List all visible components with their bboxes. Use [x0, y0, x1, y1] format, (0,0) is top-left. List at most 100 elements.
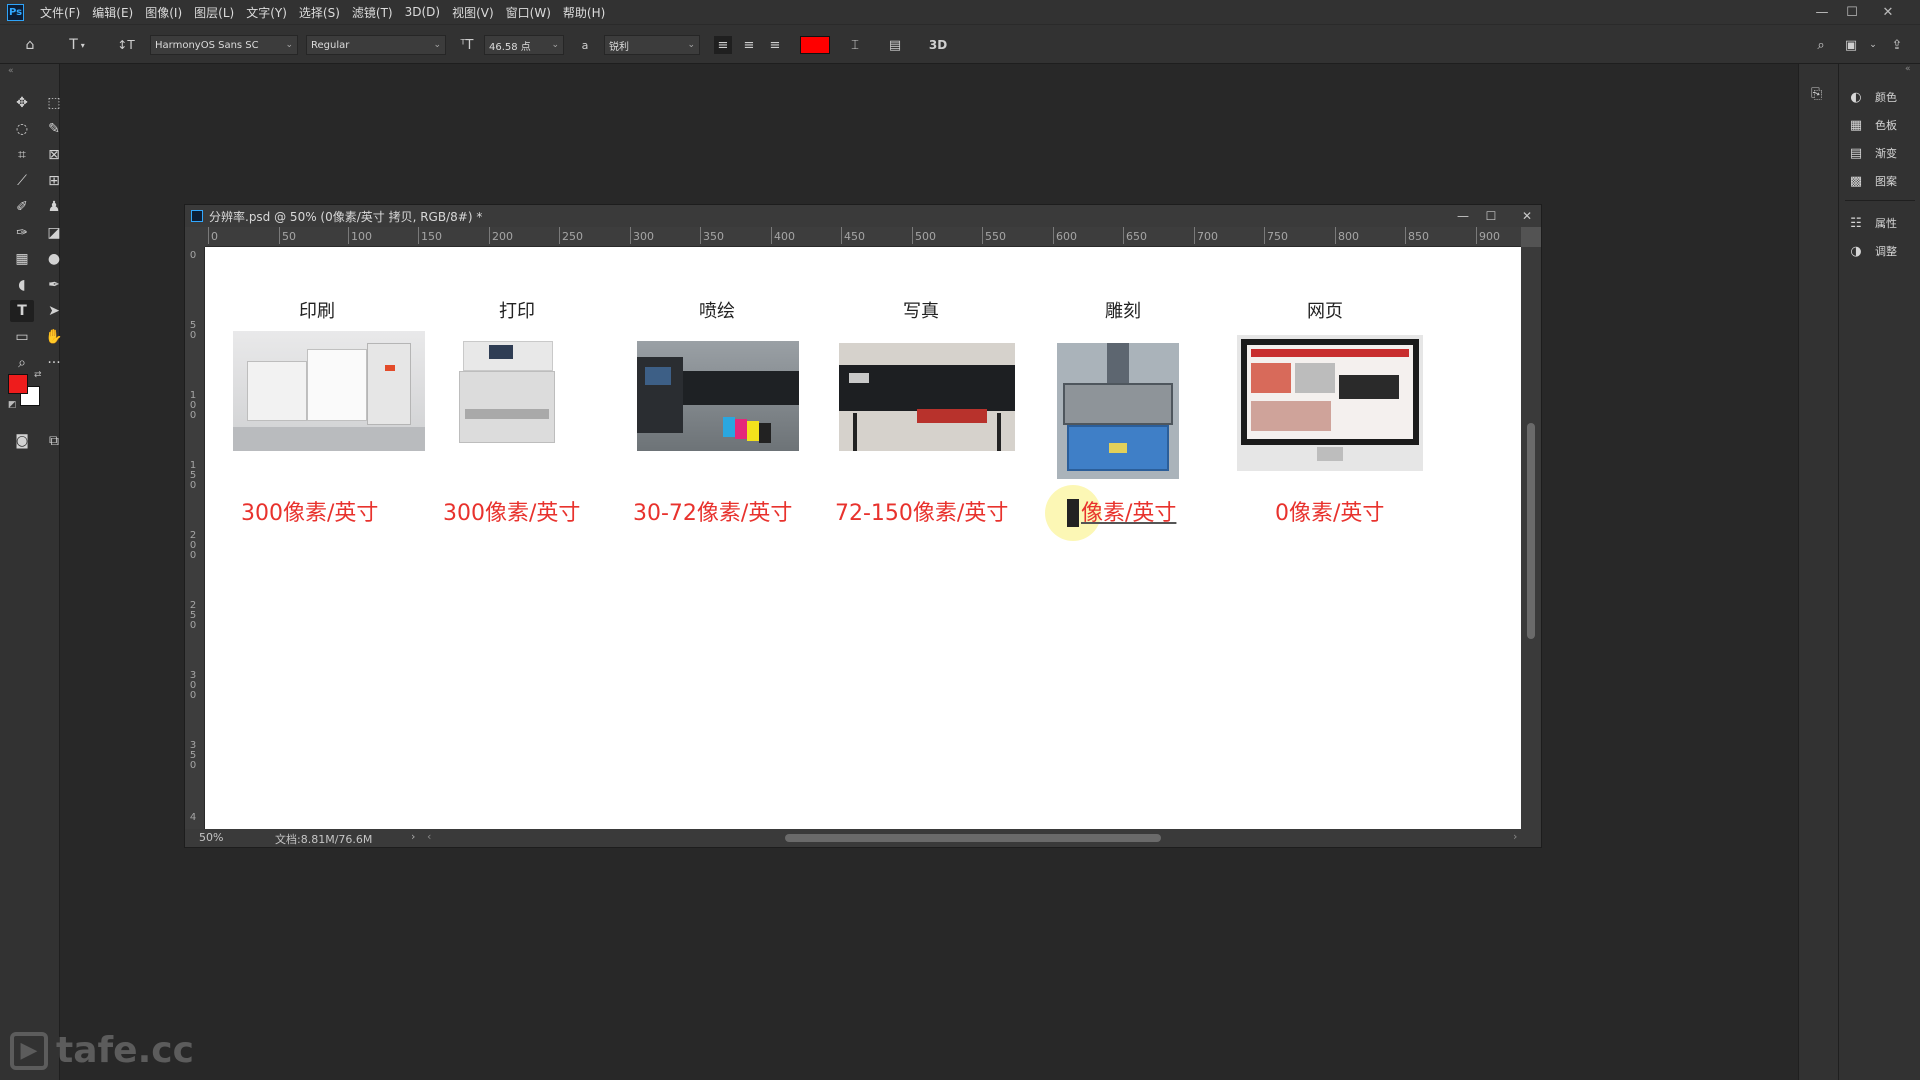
close-icon[interactable]: ✕ [1874, 0, 1902, 24]
panel-adjustments[interactable]: ◑ 调整 [1847, 240, 1897, 262]
item-label-print: 印刷 [299, 301, 335, 322]
brush-tool-icon[interactable]: ✐ [10, 196, 34, 218]
collapse-icon[interactable]: « [8, 66, 14, 76]
horizontal-ruler[interactable]: 0 50 100 150 200 250 300 350 400 450 500… [205, 227, 1521, 247]
font-family-select[interactable]: HarmonyOS Sans SC ⌄ [150, 35, 298, 55]
workspace-icon[interactable]: ▣ [1842, 36, 1860, 54]
doc-minimize-icon[interactable]: — [1449, 205, 1477, 227]
history-brush-tool-icon[interactable]: ✑ [10, 222, 34, 244]
font-size-select[interactable]: 46.58 点 ⌄ [484, 35, 564, 55]
doc-maximize-icon[interactable]: ☐ [1477, 205, 1505, 227]
panel-swatches[interactable]: ▦ 色板 [1847, 114, 1897, 136]
menu-file[interactable]: 文件(F) [34, 4, 86, 21]
foreground-color-swatch[interactable] [8, 374, 28, 394]
crop-tool-icon[interactable]: ⌗ [10, 144, 34, 166]
eraser-tool-icon[interactable]: ◪ [42, 222, 66, 244]
watermark-logo-icon: ▶ [10, 1031, 48, 1070]
history-panel-icon[interactable]: ⎘ [1811, 86, 1822, 102]
antialias-select[interactable]: 锐利 ⌄ [604, 35, 700, 55]
status-menu-chevron-icon[interactable]: › [411, 830, 415, 843]
align-left-icon[interactable]: ≡ [714, 36, 732, 54]
gradient-tool-icon[interactable]: ▦ [10, 248, 34, 270]
menu-select[interactable]: 选择(S) [293, 4, 346, 21]
eyedropper-tool-icon[interactable]: ⟋ [10, 170, 34, 192]
document-title: 分辨率.psd @ 50% (0像素/英寸 拷贝, RGB/8#) * [209, 209, 483, 224]
lasso-tool-icon[interactable]: ◌ [10, 118, 34, 140]
ruler-v-tick: 0 [189, 250, 197, 261]
menu-view[interactable]: 视图(V) [446, 4, 500, 21]
panel-properties[interactable]: ☷ 属性 [1847, 212, 1897, 234]
scroll-right-icon[interactable]: › [1513, 830, 1517, 843]
chevron-down-icon[interactable]: ⌄ [1864, 36, 1882, 54]
type-tool-preset-icon[interactable]: T ▾ [62, 33, 92, 57]
panel-patterns[interactable]: ▩ 图案 [1847, 170, 1897, 192]
vertical-scrollbar-thumb[interactable] [1527, 423, 1535, 639]
rectangle-tool-icon[interactable]: ▭ [10, 326, 34, 348]
watermark-text: tafe.cc [56, 1030, 194, 1071]
quick-select-tool-icon[interactable]: ✎ [42, 118, 66, 140]
item-label-printer: 打印 [499, 301, 535, 322]
scroll-left-icon[interactable]: ‹ [427, 830, 431, 843]
menu-image[interactable]: 图像(I) [139, 4, 188, 21]
search-icon[interactable]: ⌕ [1812, 36, 1830, 54]
menu-window[interactable]: 窗口(W) [500, 4, 557, 21]
stamp-tool-icon[interactable]: ♟ [42, 196, 66, 218]
path-select-tool-icon[interactable]: ➤ [42, 300, 66, 322]
vertical-ruler[interactable]: 0 50 100 150 200 250 300 350 4 [185, 247, 205, 829]
hand-tool-icon[interactable]: ✋ [42, 326, 66, 348]
document-title-bar[interactable]: 分辨率.psd @ 50% (0像素/英寸 拷贝, RGB/8#) * — ☐ … [185, 205, 1541, 227]
photoshop-logo-icon: Ps [7, 3, 24, 21]
document-info[interactable]: 文档:8.81M/76.6M [275, 831, 372, 847]
ruler-h-tick: 50 [279, 227, 296, 244]
swap-colors-icon[interactable]: ⇄ [34, 370, 42, 380]
screen-mode-icon[interactable]: ⧉ [42, 430, 66, 452]
ruler-origin[interactable] [185, 227, 205, 247]
chevron-down-icon: ⌄ [551, 40, 559, 50]
menu-filter[interactable]: 滤镜(T) [346, 4, 399, 21]
align-right-icon[interactable]: ≡ [766, 36, 784, 54]
ruler-h-tick: 800 [1335, 227, 1359, 244]
artboard-canvas[interactable]: 印刷 300像素/英寸 打印 300像素/英寸 喷绘 30-72像素/英寸 写真… [205, 247, 1521, 829]
panel-color[interactable]: ◐ 颜色 [1847, 86, 1897, 108]
3d-button[interactable]: 3D [926, 36, 950, 54]
zoom-level[interactable]: 50% [199, 831, 223, 844]
blur-tool-icon[interactable]: ● [42, 248, 66, 270]
marquee-tool-icon[interactable]: ⬚ [42, 92, 66, 114]
toggle-text-orientation-icon[interactable]: ↕T [114, 33, 138, 57]
zoom-tool-icon[interactable]: ⌕ [10, 352, 34, 374]
panel-adjustments-label: 调整 [1875, 245, 1897, 258]
item-label-web: 网页 [1307, 301, 1343, 322]
more-tools-icon[interactable]: ··· [42, 352, 66, 374]
home-icon[interactable]: ⌂ [18, 33, 42, 57]
pen-tool-icon[interactable]: ✒ [42, 274, 66, 296]
minimize-icon[interactable]: — [1808, 0, 1836, 24]
menu-edit[interactable]: 编辑(E) [86, 4, 139, 21]
expand-icon[interactable]: « [1905, 64, 1911, 74]
resolution-label-spray: 30-72像素/英寸 [633, 501, 793, 526]
move-tool-icon[interactable]: ✥ [10, 92, 34, 114]
panel-gradients[interactable]: ▤ 渐变 [1847, 142, 1897, 164]
menu-help[interactable]: 帮助(H) [557, 4, 611, 21]
menu-layer[interactable]: 图层(L) [188, 4, 240, 21]
properties-panel-icon: ☷ [1850, 215, 1862, 231]
font-style-select[interactable]: Regular ⌄ [306, 35, 446, 55]
doc-close-icon[interactable]: ✕ [1513, 205, 1541, 227]
menu-3d[interactable]: 3D(D) [399, 5, 446, 19]
font-family-value: HarmonyOS Sans SC [155, 39, 259, 51]
resolution-label-engrave-input[interactable]: 像素/英寸 [1081, 495, 1176, 527]
default-colors-icon[interactable]: ◩ [8, 400, 17, 410]
share-icon[interactable]: ⇪ [1888, 36, 1906, 54]
patch-tool-icon[interactable]: ⊞ [42, 170, 66, 192]
text-color-swatch[interactable] [800, 36, 830, 54]
frame-tool-icon[interactable]: ⊠ [42, 144, 66, 166]
dodge-tool-icon[interactable]: ◖ [10, 274, 34, 296]
horizontal-scrollbar-thumb[interactable] [785, 834, 1161, 842]
align-center-icon[interactable]: ≡ [740, 36, 758, 54]
type-tool-icon[interactable]: T [10, 300, 34, 322]
quick-mask-icon[interactable]: ◙ [10, 430, 34, 452]
menu-type[interactable]: 文字(Y) [240, 4, 293, 21]
ruler-v-tick: 4 [189, 812, 197, 823]
character-panel-icon[interactable]: ▤ [886, 36, 904, 54]
maximize-icon[interactable]: ☐ [1838, 0, 1866, 24]
warp-text-icon[interactable]: ⌶ [846, 36, 864, 54]
